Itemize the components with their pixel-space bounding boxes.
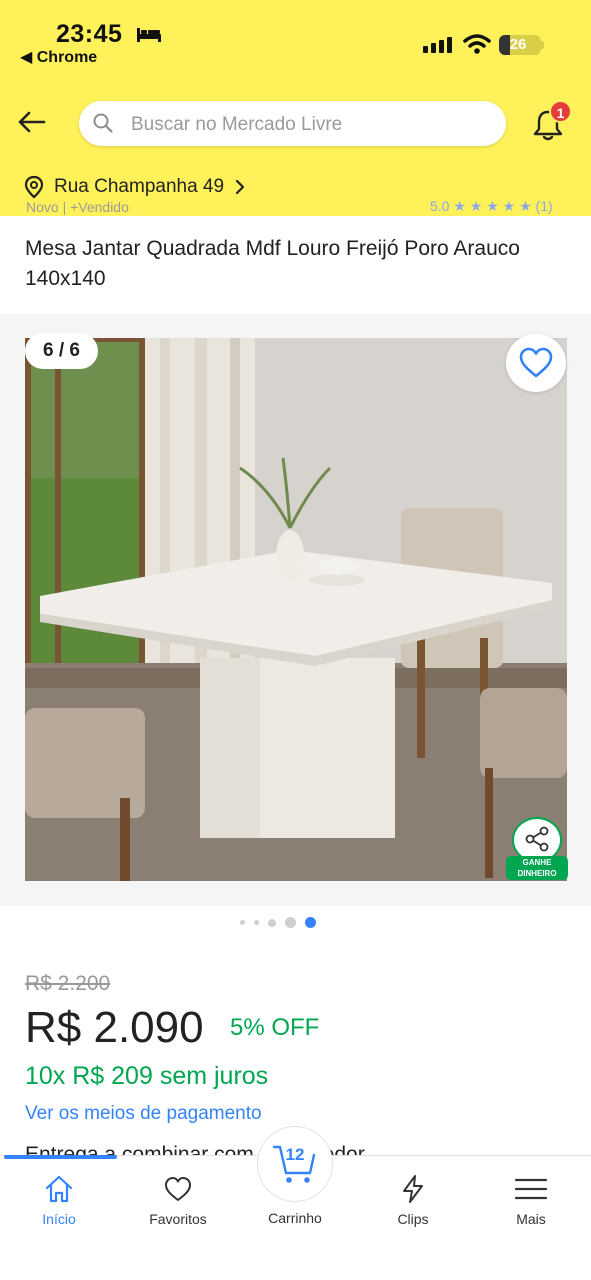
back-to-app-link[interactable]: ◀ Chrome: [20, 47, 97, 67]
tab-favoritos[interactable]: Favoritos: [123, 1172, 233, 1227]
search-placeholder: Buscar no Mercado Livre: [131, 114, 343, 135]
carousel-dot[interactable]: [268, 918, 276, 927]
carousel-dot[interactable]: [254, 920, 259, 925]
original-price: R$ 2.200: [25, 972, 111, 995]
product-image[interactable]: [25, 338, 567, 881]
home-icon: [45, 1175, 73, 1203]
tab-inicio[interactable]: Início: [4, 1172, 114, 1227]
tab-mais[interactable]: Mais: [476, 1172, 586, 1227]
back-app-label: Chrome: [36, 49, 98, 66]
heart-icon: [519, 347, 553, 378]
installments-text: 10x R$ 209 sem juros: [25, 1062, 269, 1090]
menu-icon: [514, 1178, 548, 1200]
current-price: R$ 2.090: [25, 1003, 204, 1052]
tab-label: Favoritos: [149, 1211, 207, 1227]
earn-label-line1: GANHE: [522, 858, 552, 867]
active-tab-indicator: [4, 1155, 117, 1159]
tab-label-carrinho: Carrinho: [268, 1210, 322, 1226]
battery-percent: 26: [509, 36, 527, 53]
back-arrow-icon[interactable]: [16, 106, 48, 138]
battery-tip: [541, 41, 544, 49]
address-label: Rua Champanha 49: [54, 176, 225, 197]
tab-label: Início: [42, 1211, 76, 1227]
search-icon: [93, 113, 113, 133]
battery-indicator: 26: [499, 35, 541, 55]
status-bar: 23:45 ◀ Chrome 26: [0, 0, 591, 80]
rating-summary[interactable]: 5.0 ★ ★ ★ ★ ★ (1): [430, 198, 553, 215]
chevron-right-icon: [235, 179, 245, 195]
carousel-indicator: [240, 917, 316, 928]
image-counter: 6 / 6: [25, 333, 98, 369]
delivery-address-button[interactable]: Rua Champanha 49: [24, 175, 246, 199]
product-title: Mesa Jantar Quadrada Mdf Louro Freijó Po…: [25, 237, 520, 290]
carousel-dot[interactable]: [240, 920, 245, 925]
cellular-signal-icon: [423, 37, 452, 53]
product-photo-illustration: [25, 338, 567, 881]
sleep-mode-icon: [137, 28, 161, 42]
earn-label-line2: DINHEIRO: [517, 869, 557, 878]
tab-label: Mais: [516, 1211, 546, 1227]
discount-label: 5% OFF: [230, 1014, 320, 1041]
top-header: 23:45 ◀ Chrome 26 Buscar no Mercado Livr…: [0, 0, 591, 216]
condition-sales-text: Novo | +Vendido: [26, 199, 129, 215]
location-pin-icon: [24, 175, 44, 199]
favorite-button[interactable]: [506, 334, 566, 392]
notification-badge: 1: [549, 100, 572, 123]
wifi-icon: [463, 34, 491, 54]
tab-clips[interactable]: Clips: [358, 1172, 468, 1227]
clock: 23:45: [56, 20, 123, 48]
share-icon: [525, 826, 549, 852]
heart-icon: [165, 1177, 191, 1201]
search-input[interactable]: Buscar no Mercado Livre: [79, 101, 506, 146]
earn-money-badge[interactable]: GANHE DINHEIRO: [506, 856, 568, 880]
cart-icon: [272, 1145, 316, 1183]
cart-count: 12: [285, 1145, 305, 1164]
tab-label: Clips: [397, 1211, 429, 1227]
carousel-dot-active[interactable]: [305, 917, 316, 928]
carousel-dot[interactable]: [285, 917, 296, 928]
payment-methods-link[interactable]: Ver os meios de pagamento: [25, 1103, 262, 1125]
bolt-icon: [403, 1175, 423, 1203]
